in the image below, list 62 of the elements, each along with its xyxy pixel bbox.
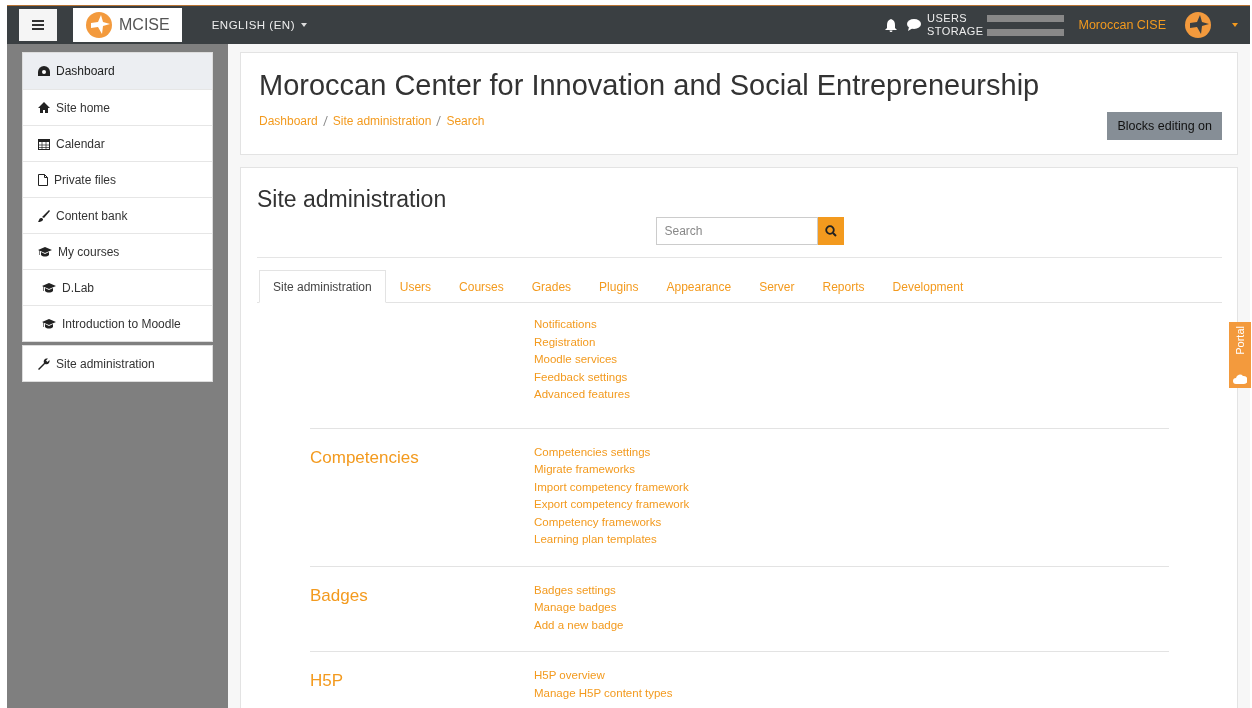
sidebar-item[interactable]: Dashboard <box>23 53 212 89</box>
home-icon <box>38 102 50 113</box>
section-title: Site administration <box>257 186 448 213</box>
tab[interactable]: Grades <box>517 270 586 303</box>
breadcrumb-link[interactable]: Site administration <box>332 114 432 128</box>
settings-link[interactable]: Competency frameworks <box>534 513 690 531</box>
logo <box>85 11 113 39</box>
settings-link[interactable]: Import competency framework <box>534 478 690 496</box>
caret-icon[interactable] <box>1232 23 1238 27</box>
settings-link[interactable]: Export competency framework <box>534 496 690 514</box>
settings-link[interactable]: Moodle services <box>534 351 630 369</box>
tab[interactable]: Development <box>878 270 978 303</box>
settings-link[interactable]: Competencies settings <box>534 443 690 461</box>
wrench-icon <box>38 357 50 370</box>
graduation-cap-icon <box>42 318 56 329</box>
settings-link[interactable]: Migrate frameworks <box>534 461 690 479</box>
settings-link[interactable]: Registration <box>534 333 630 351</box>
menu-button[interactable] <box>19 9 57 41</box>
language-menu[interactable]: ENGLISH (EN) <box>211 19 307 31</box>
portal-tab[interactable]: Portal <box>1229 322 1251 388</box>
cloud-icon <box>1233 372 1247 384</box>
tab[interactable]: Site administration <box>259 270 386 303</box>
breadcrumb-link[interactable]: Dashboard <box>259 114 318 128</box>
sidebar-item[interactable]: Site administration <box>22 345 213 382</box>
category-heading[interactable]: H5P <box>310 671 344 690</box>
settings-link[interactable]: Feedback settings <box>534 368 630 386</box>
settings-link[interactable]: Manage H5P content types <box>534 684 673 702</box>
calendar-icon <box>38 137 50 150</box>
menu-icon <box>32 20 44 30</box>
settings-link[interactable]: Advanced features <box>534 386 630 404</box>
search-field[interactable]: Search <box>655 217 818 245</box>
user-avatar[interactable] <box>1184 11 1212 39</box>
brand-logo-link[interactable]: MCISE <box>73 8 182 42</box>
settings-link[interactable]: Notifications <box>534 316 630 334</box>
chat-icon[interactable] <box>907 19 922 31</box>
user-name[interactable]: Moroccan CISE <box>1078 18 1166 32</box>
graduation-cap-icon <box>42 282 56 293</box>
tab[interactable]: Users <box>385 270 446 303</box>
tab[interactable]: Plugins <box>585 270 653 303</box>
usage-label: USERS <box>927 12 967 24</box>
category-heading[interactable]: Competencies <box>310 447 419 467</box>
file-icon <box>38 173 48 186</box>
brush-icon <box>38 209 50 222</box>
tab[interactable]: Server <box>745 270 809 303</box>
settings-link[interactable]: Manage badges <box>534 599 624 617</box>
search-icon <box>824 225 837 237</box>
tab[interactable]: Appearance <box>652 270 746 303</box>
breadcrumb-link[interactable]: Search <box>446 114 485 128</box>
settings-link[interactable]: Learning plan templates <box>534 531 690 549</box>
usage-label: STORAGE <box>927 25 984 37</box>
dashboard-icon <box>38 65 50 77</box>
search-button[interactable] <box>817 217 844 245</box>
settings-link[interactable]: Badges settings <box>534 581 624 599</box>
blocks-editing-button[interactable]: Blocks editing on <box>1107 112 1222 140</box>
graduation-cap-icon <box>38 246 52 257</box>
settings-link[interactable]: H5P overview <box>534 667 673 685</box>
tab[interactable]: Reports <box>808 270 879 303</box>
category-heading[interactable]: Badges <box>310 585 368 605</box>
bell-icon[interactable] <box>885 18 898 32</box>
page-title: Moroccan Center for Innovation and Social Entrepreneurship <box>259 69 1041 102</box>
tab[interactable]: Courses <box>445 270 518 303</box>
settings-link[interactable]: Add a new badge <box>534 616 624 634</box>
